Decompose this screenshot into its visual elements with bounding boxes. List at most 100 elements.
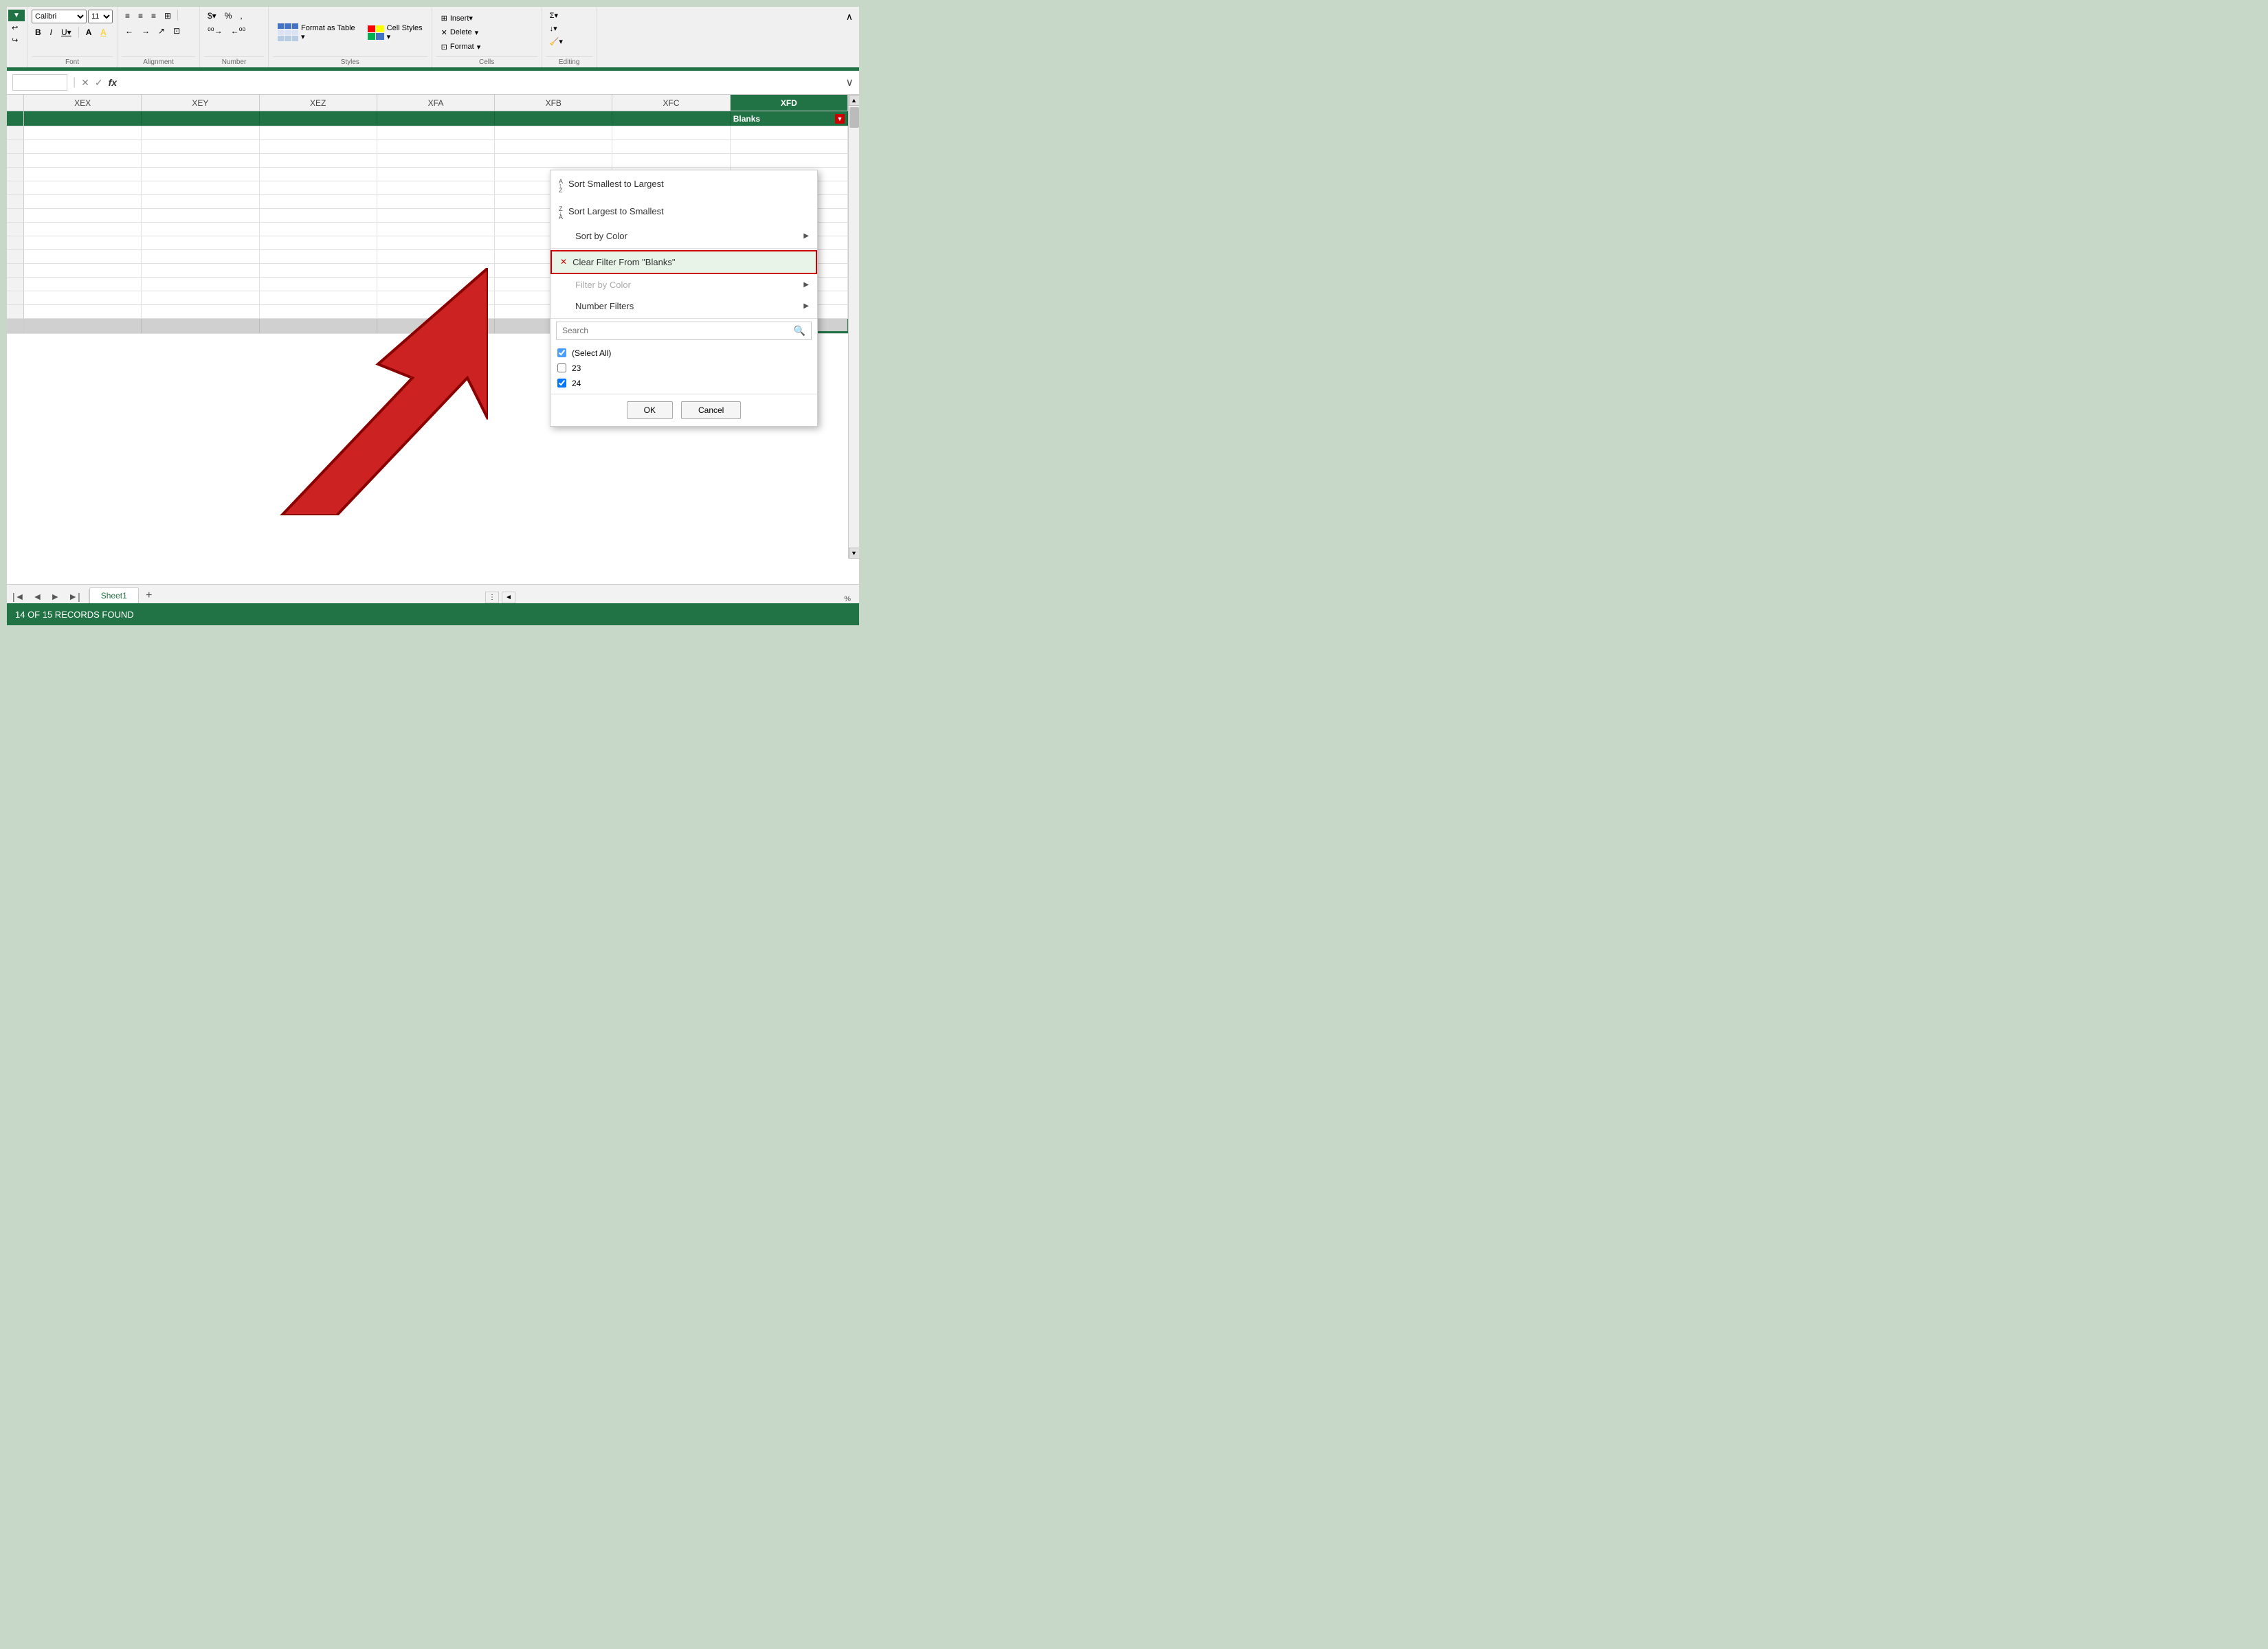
fill-btn[interactable]: ↓▾ bbox=[546, 23, 561, 34]
percent-btn[interactable]: % bbox=[221, 10, 236, 22]
vertical-scrollbar[interactable]: ▲ ▼ bbox=[848, 95, 859, 559]
sheet-scroll-left-btn[interactable]: ◄ bbox=[502, 592, 515, 603]
list-item[interactable] bbox=[495, 154, 612, 167]
name-box[interactable] bbox=[12, 74, 67, 91]
sort-asc-item[interactable]: A↑Z Sort Smallest to Largest bbox=[551, 170, 817, 198]
list-item[interactable] bbox=[377, 140, 495, 153]
orient-btn[interactable]: ↗ bbox=[155, 25, 168, 37]
scroll-thumb[interactable] bbox=[849, 107, 859, 128]
list-item[interactable] bbox=[377, 209, 495, 222]
val-24-checkbox[interactable] bbox=[557, 379, 566, 388]
list-item[interactable] bbox=[377, 305, 495, 318]
next-sheet-btn[interactable]: ► bbox=[47, 590, 63, 603]
search-input[interactable] bbox=[562, 326, 794, 335]
col-header-xey[interactable]: XEY bbox=[142, 95, 259, 111]
list-item[interactable] bbox=[142, 126, 259, 139]
col-header-xfb[interactable]: XFB bbox=[495, 95, 612, 111]
list-item[interactable] bbox=[142, 305, 259, 318]
list-item[interactable] bbox=[377, 264, 495, 277]
list-item[interactable] bbox=[377, 250, 495, 263]
autosum-btn[interactable]: Σ▾ bbox=[546, 10, 562, 21]
indent-right-btn[interactable]: → bbox=[138, 25, 153, 37]
align-center-btn[interactable]: ≡ bbox=[135, 10, 146, 22]
bold-button[interactable]: B bbox=[32, 26, 45, 38]
col-header-xex[interactable]: XEX bbox=[24, 95, 142, 111]
list-item[interactable] bbox=[24, 291, 142, 304]
confirm-formula-icon[interactable]: ✓ bbox=[95, 77, 103, 89]
list-item[interactable] bbox=[260, 278, 377, 291]
list-item[interactable] bbox=[377, 291, 495, 304]
formula-input[interactable] bbox=[122, 76, 840, 89]
list-item[interactable] bbox=[377, 126, 495, 139]
list-item[interactable] bbox=[142, 278, 259, 291]
sheet1-tab[interactable]: Sheet1 bbox=[89, 587, 139, 603]
prev-sheet-btn[interactable]: ◄ bbox=[30, 590, 45, 603]
val-23-label[interactable]: 23 bbox=[572, 363, 581, 373]
list-item[interactable] bbox=[142, 140, 259, 153]
list-item[interactable] bbox=[260, 305, 377, 318]
list-item[interactable] bbox=[731, 140, 848, 153]
fx-icon[interactable]: fx bbox=[109, 77, 117, 88]
list-item[interactable] bbox=[377, 181, 495, 194]
cell-xfa-1[interactable] bbox=[377, 111, 495, 126]
list-item[interactable] bbox=[142, 223, 259, 236]
number-filters-item[interactable]: Number Filters ▶ bbox=[551, 295, 817, 317]
sheet-scroll-right-btn[interactable]: ⋮ bbox=[485, 592, 499, 603]
list-item[interactable] bbox=[260, 168, 377, 181]
align-right-btn[interactable]: ≡ bbox=[148, 10, 159, 22]
ribbon-collapse-btn[interactable]: ∧ bbox=[843, 10, 856, 24]
list-item[interactable] bbox=[731, 126, 848, 139]
font-family-select[interactable]: Calibri bbox=[32, 10, 87, 23]
formula-expand-btn[interactable]: ∨ bbox=[845, 76, 854, 89]
val-23-checkbox[interactable] bbox=[557, 363, 566, 372]
list-item[interactable] bbox=[142, 250, 259, 263]
list-item[interactable] bbox=[142, 291, 259, 304]
clear-filter-item[interactable]: ✕ Clear Filter From "Blanks" bbox=[551, 250, 817, 274]
col-header-xfc[interactable]: XFC bbox=[612, 95, 730, 111]
list-item[interactable] bbox=[142, 236, 259, 249]
list-item[interactable] bbox=[612, 126, 730, 139]
list-item[interactable] bbox=[24, 181, 142, 194]
list-item[interactable] bbox=[377, 154, 495, 167]
list-item[interactable] bbox=[260, 154, 377, 167]
wrap-text-btn[interactable]: ⊞ bbox=[161, 10, 175, 22]
list-item[interactable] bbox=[24, 278, 142, 291]
list-item[interactable] bbox=[495, 126, 612, 139]
format-btn[interactable]: ⊡ Format▾ bbox=[436, 41, 486, 54]
font-size-select[interactable]: 11 bbox=[88, 10, 113, 23]
col-header-xfd[interactable]: XFD bbox=[731, 95, 848, 111]
list-item[interactable] bbox=[260, 181, 377, 194]
list-item[interactable] bbox=[24, 154, 142, 167]
list-item[interactable] bbox=[24, 209, 142, 222]
redo-btn[interactable]: ↪ bbox=[8, 34, 21, 46]
highlight-button[interactable]: A bbox=[97, 26, 109, 38]
cell-xez-1[interactable] bbox=[260, 111, 377, 126]
list-item[interactable] bbox=[260, 140, 377, 153]
insert-btn[interactable]: ⊞ Insert▾ bbox=[436, 12, 486, 25]
list-item[interactable] bbox=[24, 168, 142, 181]
select-all-checkbox[interactable] bbox=[557, 348, 566, 357]
list-item[interactable] bbox=[495, 140, 612, 153]
list-item[interactable] bbox=[260, 195, 377, 208]
indent-left-btn[interactable]: ← bbox=[122, 25, 137, 37]
col-header-xez[interactable]: XEZ bbox=[260, 95, 377, 111]
val-23-item[interactable]: 23 bbox=[556, 361, 812, 376]
list-item[interactable] bbox=[24, 305, 142, 318]
list-item[interactable] bbox=[260, 223, 377, 236]
list-item[interactable] bbox=[24, 126, 142, 139]
list-item[interactable] bbox=[377, 168, 495, 181]
list-item[interactable] bbox=[142, 209, 259, 222]
list-item[interactable] bbox=[377, 223, 495, 236]
align-left-btn[interactable]: ≡ bbox=[122, 10, 133, 22]
comma-btn[interactable]: , bbox=[236, 10, 245, 22]
cell-xfb-1[interactable] bbox=[495, 111, 612, 126]
col-header-xfa[interactable]: XFA bbox=[377, 95, 495, 111]
cell-xey-1[interactable] bbox=[142, 111, 259, 126]
ok-button[interactable]: OK bbox=[627, 401, 673, 419]
list-item[interactable] bbox=[24, 236, 142, 249]
list-item[interactable] bbox=[260, 250, 377, 263]
dec-increase-btn[interactable]: ←⁰⁰ bbox=[227, 25, 249, 37]
list-item[interactable] bbox=[260, 209, 377, 222]
filter-active-btn[interactable]: ▼ bbox=[835, 114, 845, 124]
list-item[interactable] bbox=[142, 181, 259, 194]
